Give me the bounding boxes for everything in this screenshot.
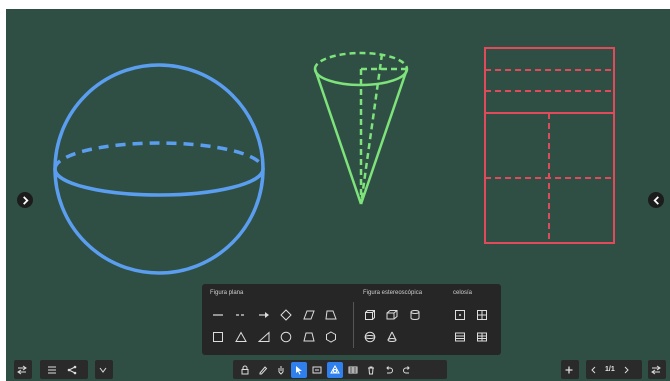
redo-icon: [403, 365, 410, 373]
sphere-tool[interactable]: [363, 330, 377, 344]
add-page-button[interactable]: [561, 362, 577, 378]
cone-shape: [313, 51, 409, 205]
cursor-tool-button[interactable]: [291, 361, 307, 378]
shapes-panel: Figura plana Figura estereoscópica celos…: [202, 284, 501, 355]
line-icon: [213, 314, 223, 316]
rectangle-icon: [213, 332, 223, 342]
swap-left-bar: [14, 360, 32, 379]
cylinder-icon: [410, 310, 420, 320]
parallelogram-tool[interactable]: [302, 308, 316, 322]
lattice-shape: [484, 47, 615, 244]
lattice-small-tool[interactable]: [453, 308, 467, 322]
rectangle-tool[interactable]: [211, 330, 225, 344]
stereo-figures-title: Figura estereoscópica: [363, 290, 423, 296]
arrow-icon: [259, 312, 269, 318]
lock-icon: [241, 365, 249, 374]
swap-icon: [17, 365, 27, 374]
circle-icon: [280, 331, 292, 343]
trapezoid-2-tool[interactable]: [302, 330, 316, 344]
swap-right-button[interactable]: [648, 362, 664, 378]
hexagon-icon: [326, 331, 336, 343]
chevron-down-icon: [99, 367, 107, 373]
menu-icon: [48, 366, 56, 373]
pager-bar: 1/1: [586, 360, 642, 379]
cube-tool[interactable]: [363, 308, 377, 322]
main-toolbar: [233, 360, 447, 379]
cursor-icon: [296, 365, 302, 374]
swap-icon: [651, 365, 661, 374]
triangle-icon: [235, 331, 247, 342]
triangle-tool[interactable]: [234, 330, 248, 344]
add-page-bar: [561, 360, 579, 379]
pen-tool-button[interactable]: [255, 362, 271, 378]
sphere-shape: [53, 63, 265, 275]
lattice-rows-tool[interactable]: [453, 330, 467, 344]
share-button[interactable]: [64, 362, 80, 378]
trapezoid-tool[interactable]: [324, 308, 338, 322]
lattice-table-tool[interactable]: [475, 330, 489, 344]
prev-page-side-button[interactable]: [17, 192, 33, 208]
hand-tool-button[interactable]: [273, 362, 289, 378]
select-tool-button[interactable]: [237, 362, 253, 378]
shapes-icon: [330, 364, 340, 373]
chevron-left-icon: [652, 195, 659, 205]
swap-right-bar: [648, 360, 666, 379]
panel-divider: [353, 302, 354, 348]
delete-tool-button[interactable]: [363, 362, 379, 378]
trapezoid-icon: [325, 310, 337, 320]
right-triangle-icon: [258, 331, 270, 342]
dashed-line-icon: [236, 314, 246, 316]
line-tool[interactable]: [211, 308, 225, 322]
diamond-icon: [280, 309, 292, 321]
pen-icon: [259, 365, 268, 374]
cone-icon: [387, 331, 397, 342]
cylinder-tool[interactable]: [408, 308, 422, 322]
text-box-tool-button[interactable]: [309, 362, 325, 378]
rows-grid-icon: [455, 332, 465, 342]
dashed-line-tool[interactable]: [234, 308, 248, 322]
share-icon: [67, 365, 77, 374]
grid-icon: [477, 310, 487, 320]
hand-icon: [278, 365, 284, 375]
collapse-button[interactable]: [95, 362, 111, 378]
chevron-right-icon: [624, 366, 629, 373]
page-indicator: 1/1: [605, 366, 615, 373]
menu-button[interactable]: [44, 362, 60, 378]
undo-button[interactable]: [381, 362, 397, 378]
redo-button[interactable]: [399, 362, 415, 378]
table-grid-icon: [477, 332, 487, 342]
cone-tool[interactable]: [385, 330, 399, 344]
cuboid-tool[interactable]: [385, 308, 399, 322]
chevron-left-icon: [591, 366, 596, 373]
shapes-tool-button[interactable]: [327, 361, 343, 378]
circle-tool[interactable]: [279, 330, 293, 344]
cuboid-icon: [386, 310, 398, 320]
dot-grid-icon: [455, 310, 465, 320]
chevron-right-icon: [22, 195, 29, 205]
trash-icon: [368, 366, 374, 374]
swap-left-button[interactable]: [14, 362, 30, 378]
diamond-tool[interactable]: [279, 308, 293, 322]
hexagon-tool[interactable]: [324, 330, 338, 344]
textbox-icon: [312, 366, 322, 373]
cube-icon: [365, 310, 375, 320]
next-page-button[interactable]: [618, 362, 634, 378]
undo-icon: [386, 365, 393, 373]
plus-icon: [565, 366, 573, 373]
lattice-title: celosía: [453, 290, 473, 296]
table-icon: [348, 366, 358, 373]
sphere-icon: [364, 331, 376, 343]
plane-figures-title: Figura plana: [210, 290, 244, 296]
table-tool-button[interactable]: [345, 362, 361, 378]
arrow-tool[interactable]: [257, 308, 271, 322]
menu-share-bar: [40, 360, 88, 379]
right-triangle-tool[interactable]: [257, 330, 271, 344]
lattice-grid-tool[interactable]: [475, 308, 489, 322]
prev-page-button[interactable]: [586, 362, 602, 378]
collapse-bar: [95, 360, 113, 379]
next-page-side-button[interactable]: [648, 192, 664, 208]
trapezoid-icon: [303, 332, 315, 342]
parallelogram-icon: [303, 310, 315, 320]
